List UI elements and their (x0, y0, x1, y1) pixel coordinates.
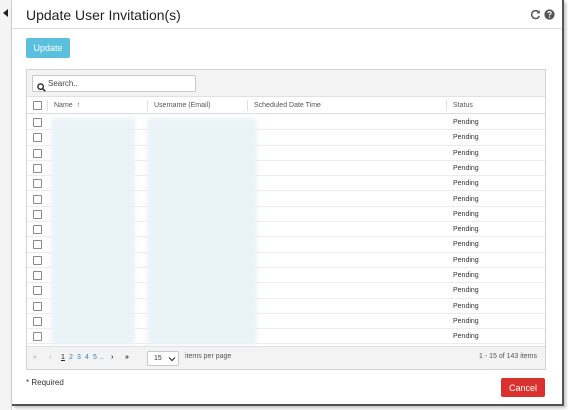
row-checkbox[interactable] (33, 133, 42, 143)
status-cell: Pending (453, 164, 479, 172)
status-cell: Pending (453, 180, 479, 188)
required-note: * Required (26, 378, 64, 387)
update-button[interactable]: Update (26, 38, 70, 58)
row-checkbox[interactable] (33, 179, 42, 189)
select-all-checkbox[interactable] (33, 101, 42, 110)
row-checkbox[interactable] (33, 255, 42, 265)
status-cell: Pending (453, 333, 479, 341)
status-cell: Pending (453, 149, 479, 157)
search-box[interactable] (32, 75, 196, 92)
search-icon (37, 79, 46, 97)
invitations-grid: Name↑ Username (Email) Scheduled Date Ti… (26, 69, 546, 370)
chevron-down-icon (168, 355, 176, 365)
status-cell: Pending (453, 226, 479, 234)
page-link-2[interactable]: 2 (69, 353, 73, 363)
row-checkbox[interactable] (33, 209, 42, 219)
column-header-name[interactable]: Name ↑ (54, 97, 80, 114)
status-cell: Pending (453, 134, 479, 142)
row-checkbox[interactable] (33, 148, 42, 158)
column-separator (47, 100, 48, 111)
status-cell: Pending (453, 210, 479, 218)
row-checkbox[interactable] (33, 332, 42, 342)
column-separator (147, 100, 148, 111)
page-link-3[interactable]: 3 (77, 353, 81, 363)
cancel-button[interactable]: Cancel (501, 378, 545, 397)
column-header-status[interactable]: Status (453, 97, 473, 114)
collapse-left-icon[interactable] (3, 9, 8, 17)
status-cell: Pending (453, 256, 479, 264)
dialog-title: Update User Invitation(s) (26, 7, 181, 23)
column-separator (446, 100, 447, 111)
row-checkbox[interactable] (33, 225, 42, 235)
column-header-row: Name ↑ Username (Email) Scheduled Date Ti… (27, 97, 545, 114)
column-header-scheduled[interactable]: Scheduled Date Time (254, 97, 321, 114)
status-cell: Pending (453, 119, 479, 126)
page-link-1[interactable]: 1 (61, 353, 65, 363)
page-size-select[interactable]: 15 (147, 351, 179, 366)
column-separator (247, 100, 248, 111)
row-checkbox[interactable] (33, 194, 42, 204)
page-size-value: 15 (154, 355, 162, 362)
refresh-icon[interactable] (530, 9, 541, 20)
side-panel-gutter (0, 0, 12, 410)
page-link-4[interactable]: 4 (85, 353, 89, 363)
column-header-username[interactable]: Username (Email) (154, 97, 210, 114)
row-checkbox[interactable] (33, 316, 42, 326)
status-cell: Pending (453, 302, 479, 310)
items-per-page-label: items per page (185, 353, 232, 360)
redacted-emails (147, 118, 257, 344)
status-cell: Pending (453, 241, 479, 249)
search-input[interactable] (48, 77, 193, 90)
status-cell: Pending (453, 317, 479, 325)
next-page-button[interactable]: › (111, 353, 113, 363)
status-cell: Pending (453, 287, 479, 295)
sort-ascending-icon: ↑ (76, 102, 81, 109)
dialog-header: Update User Invitation(s) (12, 0, 562, 29)
pager: « ‹ 1 2 3 4 5 .. › » 15 items per page 1… (27, 346, 545, 369)
items-count: 1 - 15 of 143 items (479, 353, 537, 360)
row-checkbox[interactable] (33, 163, 42, 173)
row-checkbox[interactable] (33, 240, 42, 250)
redacted-names (51, 118, 135, 344)
prev-page-button[interactable]: ‹ (49, 353, 51, 363)
last-page-button[interactable]: » (125, 353, 129, 363)
help-icon[interactable] (544, 9, 555, 20)
row-checkbox[interactable] (33, 301, 42, 311)
row-checkbox[interactable] (33, 286, 42, 296)
status-cell: Pending (453, 272, 479, 279)
status-cell: Pending (453, 195, 479, 203)
page-link-5[interactable]: 5 (93, 353, 97, 363)
update-invitations-dialog: Update User Invitation(s) Update Search.… (12, 0, 564, 406)
first-page-button[interactable]: « (33, 353, 37, 363)
page-ellipsis[interactable]: .. (100, 353, 104, 363)
row-checkbox[interactable] (33, 118, 42, 127)
grid-toolbar (27, 70, 545, 97)
row-checkbox[interactable] (33, 271, 42, 280)
